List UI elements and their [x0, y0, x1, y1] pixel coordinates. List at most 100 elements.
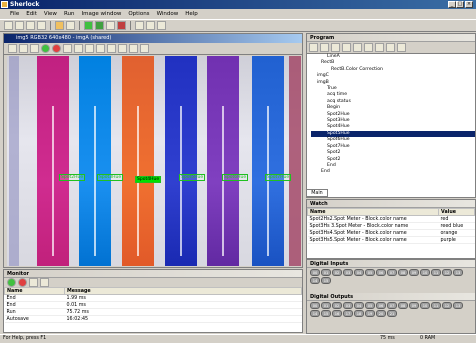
io-indicator[interactable]: 19	[365, 310, 375, 317]
io-indicator[interactable]: 03	[343, 269, 353, 276]
io-indicator[interactable]: 00	[310, 269, 320, 276]
save-all-icon[interactable]	[37, 21, 46, 30]
table-row[interactable]: Run 75.72 ms	[4, 308, 302, 316]
io-indicator[interactable]: 01	[321, 302, 331, 309]
io-indicator[interactable]: 20	[376, 310, 386, 317]
menu-image-window[interactable]: Image window	[81, 11, 121, 17]
io-indicator[interactable]: 10	[420, 302, 430, 309]
table-row[interactable]: Autosave 16:02:45	[4, 315, 302, 323]
io-indicator[interactable]: 15	[321, 310, 331, 317]
io-indicator[interactable]: 17	[343, 310, 353, 317]
spot-label-selected[interactable]: Spot4Hue	[135, 176, 162, 183]
zoom-out-icon[interactable]	[30, 44, 39, 53]
io-indicator[interactable]: 08	[398, 269, 408, 276]
open-icon[interactable]	[15, 21, 24, 30]
menu-options[interactable]: Options	[128, 11, 149, 17]
io-indicator[interactable]: 21	[387, 310, 397, 317]
options-icon[interactable]	[66, 21, 75, 30]
table-row[interactable]: Spot3Hs5.Spot Meter - Block.color name pu…	[307, 236, 475, 244]
menu-file[interactable]: File	[10, 11, 19, 17]
pointer-icon[interactable]	[8, 44, 17, 53]
col-value[interactable]: Value	[438, 208, 475, 216]
delete-icon[interactable]	[320, 43, 329, 52]
spot-label[interactable]: Spot2Hue	[59, 174, 86, 181]
pause-icon[interactable]	[135, 21, 144, 30]
polygon-icon[interactable]	[107, 44, 116, 53]
io-indicator[interactable]: 13	[453, 269, 463, 276]
table-row[interactable]: End 1.99 ms	[4, 294, 302, 302]
close-button[interactable]: ×	[465, 1, 473, 8]
go-icon[interactable]	[41, 44, 50, 53]
wait-icon[interactable]	[386, 43, 395, 52]
col-message[interactable]: Message	[64, 287, 302, 295]
io-indicator[interactable]: 14	[310, 310, 320, 317]
minimize-button[interactable]: _	[448, 1, 456, 8]
camera-image[interactable]: Spot2Hue Spot3Hue Spot4Hue Spot5Hue Spot…	[7, 56, 301, 266]
io-indicator[interactable]: 01	[321, 269, 331, 276]
rect-icon[interactable]	[74, 44, 83, 53]
io-indicator[interactable]: 16	[332, 310, 342, 317]
menu-run[interactable]: Run	[64, 11, 75, 17]
io-indicator[interactable]: 05	[365, 302, 375, 309]
table-row[interactable]: End 0.01 ms	[4, 301, 302, 309]
io-indicator[interactable]: 10	[420, 269, 430, 276]
grid-icon[interactable]	[140, 44, 149, 53]
stop-icon[interactable]	[117, 21, 126, 30]
step-icon[interactable]	[106, 21, 115, 30]
menu-view[interactable]: View	[44, 11, 57, 17]
io-indicator[interactable]: 02	[332, 269, 342, 276]
tab-main[interactable]: Main	[306, 189, 328, 197]
ellipse-icon[interactable]	[85, 44, 94, 53]
io-indicator[interactable]: 02	[332, 302, 342, 309]
if-icon[interactable]	[331, 43, 340, 52]
io-indicator[interactable]: 06	[376, 302, 386, 309]
camera-icon[interactable]	[55, 21, 64, 30]
io-indicator[interactable]: 18	[354, 310, 364, 317]
monitor-save-icon[interactable]	[40, 278, 49, 287]
io-indicator[interactable]: 11	[431, 269, 441, 276]
menu-help[interactable]: Help	[185, 11, 198, 17]
save-icon[interactable]	[26, 21, 35, 30]
var-icon[interactable]	[364, 43, 373, 52]
call-icon[interactable]	[353, 43, 362, 52]
maximize-button[interactable]: □	[456, 1, 464, 8]
spot-label[interactable]: Spot5Hue	[179, 174, 206, 181]
io-indicator[interactable]: 00	[310, 302, 320, 309]
io-indicator[interactable]: 07	[387, 269, 397, 276]
io-indicator[interactable]: 13	[453, 302, 463, 309]
col-name[interactable]: Name	[307, 208, 439, 216]
tree-item[interactable]: End	[311, 169, 475, 175]
monitor-clear-icon[interactable]	[29, 278, 38, 287]
io-indicator[interactable]: 06	[376, 269, 386, 276]
add-icon[interactable]	[309, 43, 318, 52]
new-icon[interactable]	[4, 21, 13, 30]
monitor-start-icon[interactable]	[7, 278, 16, 287]
io-indicator[interactable]: 07	[387, 302, 397, 309]
io-indicator[interactable]: 04	[354, 302, 364, 309]
io-indicator[interactable]: 03	[343, 302, 353, 309]
io-indicator[interactable]: 04	[354, 269, 364, 276]
loop-icon[interactable]	[342, 43, 351, 52]
monitor-icon[interactable]	[146, 21, 155, 30]
io-indicator[interactable]: 12	[442, 302, 452, 309]
io-indicator[interactable]: 05	[365, 269, 375, 276]
io-indicator[interactable]: 09	[409, 269, 419, 276]
menu-window[interactable]: Window	[157, 11, 179, 17]
script-icon[interactable]	[397, 43, 406, 52]
crosshair-icon[interactable]	[129, 44, 138, 53]
io-indicator[interactable]: 15	[321, 277, 331, 284]
io-indicator[interactable]: 12	[442, 269, 452, 276]
io-indicator[interactable]: 09	[409, 302, 419, 309]
io-indicator[interactable]: 14	[310, 277, 320, 284]
table-row[interactable]: Spot3Hs 3.Spot Meter - Block.color name r…	[307, 222, 475, 230]
settings-icon[interactable]	[157, 21, 166, 30]
io-indicator[interactable]: 11	[431, 302, 441, 309]
arrow-icon[interactable]	[63, 44, 72, 53]
menu-edit[interactable]: Edit	[26, 11, 37, 17]
halt-icon[interactable]	[52, 44, 61, 53]
col-name[interactable]: Name	[4, 287, 65, 295]
spot-label[interactable]: Spot3Hue	[97, 174, 124, 181]
run-once-icon[interactable]	[95, 21, 104, 30]
table-row[interactable]: Spot2Hs2.Spot Meter - Block.color name re…	[307, 215, 475, 223]
spot-label[interactable]: Spot6Hue	[222, 174, 249, 181]
